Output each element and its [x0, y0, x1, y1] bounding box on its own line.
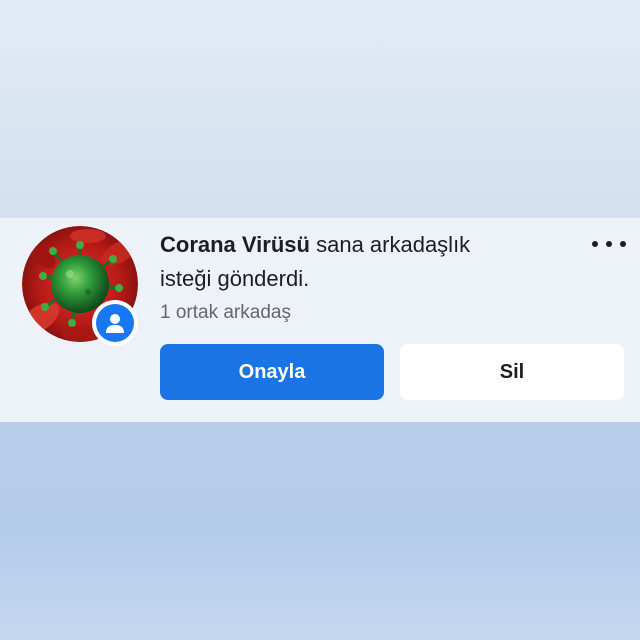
- avatar-container[interactable]: [22, 226, 138, 346]
- person-icon: [106, 314, 124, 333]
- more-options-icon[interactable]: [592, 234, 626, 254]
- background-bottom: [0, 422, 640, 640]
- background-top: [0, 0, 640, 218]
- mutual-friends-count[interactable]: 1 ortak arkadaş: [160, 302, 291, 324]
- more-dot: [606, 241, 612, 247]
- friend-request-notification[interactable]: Corana Virüsü sana arkadaşlık isteği gön…: [0, 218, 640, 422]
- sender-name[interactable]: Corana Virüsü: [160, 232, 310, 257]
- message-text-line2: isteği gönderdi.: [160, 266, 310, 291]
- more-dot: [592, 241, 598, 247]
- notification-message: Corana Virüsü sana arkadaşlık isteği gön…: [160, 228, 580, 296]
- badge-background: [96, 304, 134, 342]
- more-dot: [620, 241, 626, 247]
- message-text-line1: sana arkadaşlık: [309, 232, 471, 257]
- friend-request-badge: [92, 300, 138, 346]
- delete-button[interactable]: Sil: [400, 344, 624, 400]
- confirm-button[interactable]: Onayla: [160, 344, 384, 400]
